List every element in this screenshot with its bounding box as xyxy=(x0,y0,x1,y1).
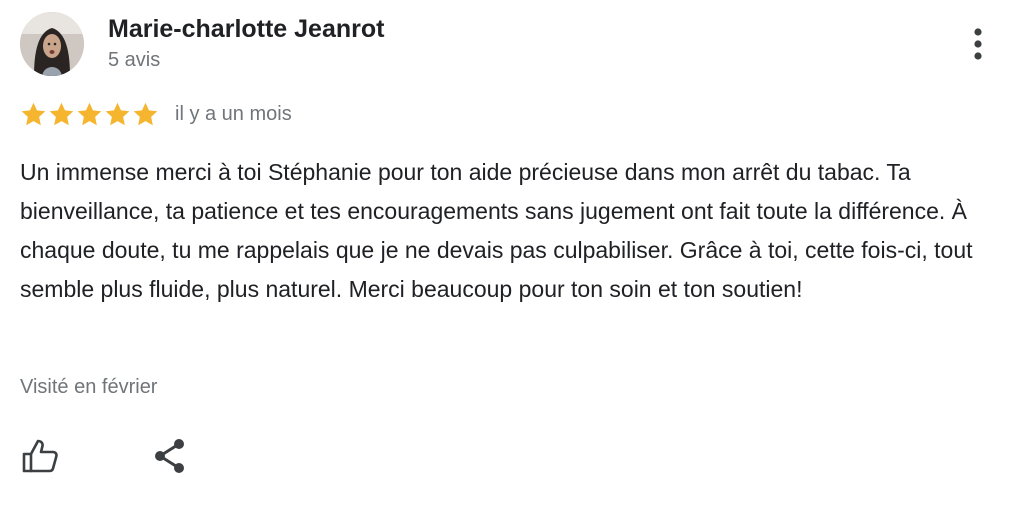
thumb-up-icon xyxy=(22,439,58,473)
more-options-button[interactable] xyxy=(962,24,994,64)
avatar-image xyxy=(20,12,84,76)
like-button[interactable] xyxy=(18,434,62,478)
author-info: Marie-charlotte Jeanrot 5 avis xyxy=(108,12,384,74)
avatar[interactable] xyxy=(20,12,84,76)
star-icon xyxy=(49,102,74,126)
share-button[interactable] xyxy=(148,434,192,478)
rating-row: il y a un mois xyxy=(20,100,292,128)
star-icon xyxy=(133,102,158,126)
star-icon xyxy=(77,102,102,126)
review-actions xyxy=(18,434,192,478)
more-vert-icon xyxy=(974,28,982,60)
author-name[interactable]: Marie-charlotte Jeanrot xyxy=(108,14,384,44)
review-header: Marie-charlotte Jeanrot 5 avis xyxy=(20,12,384,76)
review-count[interactable]: 5 avis xyxy=(108,46,384,74)
review-date: il y a un mois xyxy=(175,102,292,125)
star-icon xyxy=(105,102,130,126)
review-text: Un immense merci à toi Stéphanie pour to… xyxy=(20,159,973,302)
review-card: Marie-charlotte Jeanrot 5 avis il y a un… xyxy=(0,0,1010,506)
visited-date: Visité en février xyxy=(20,376,158,398)
star-rating xyxy=(20,101,159,127)
share-icon xyxy=(155,439,184,473)
star-icon xyxy=(21,102,46,126)
